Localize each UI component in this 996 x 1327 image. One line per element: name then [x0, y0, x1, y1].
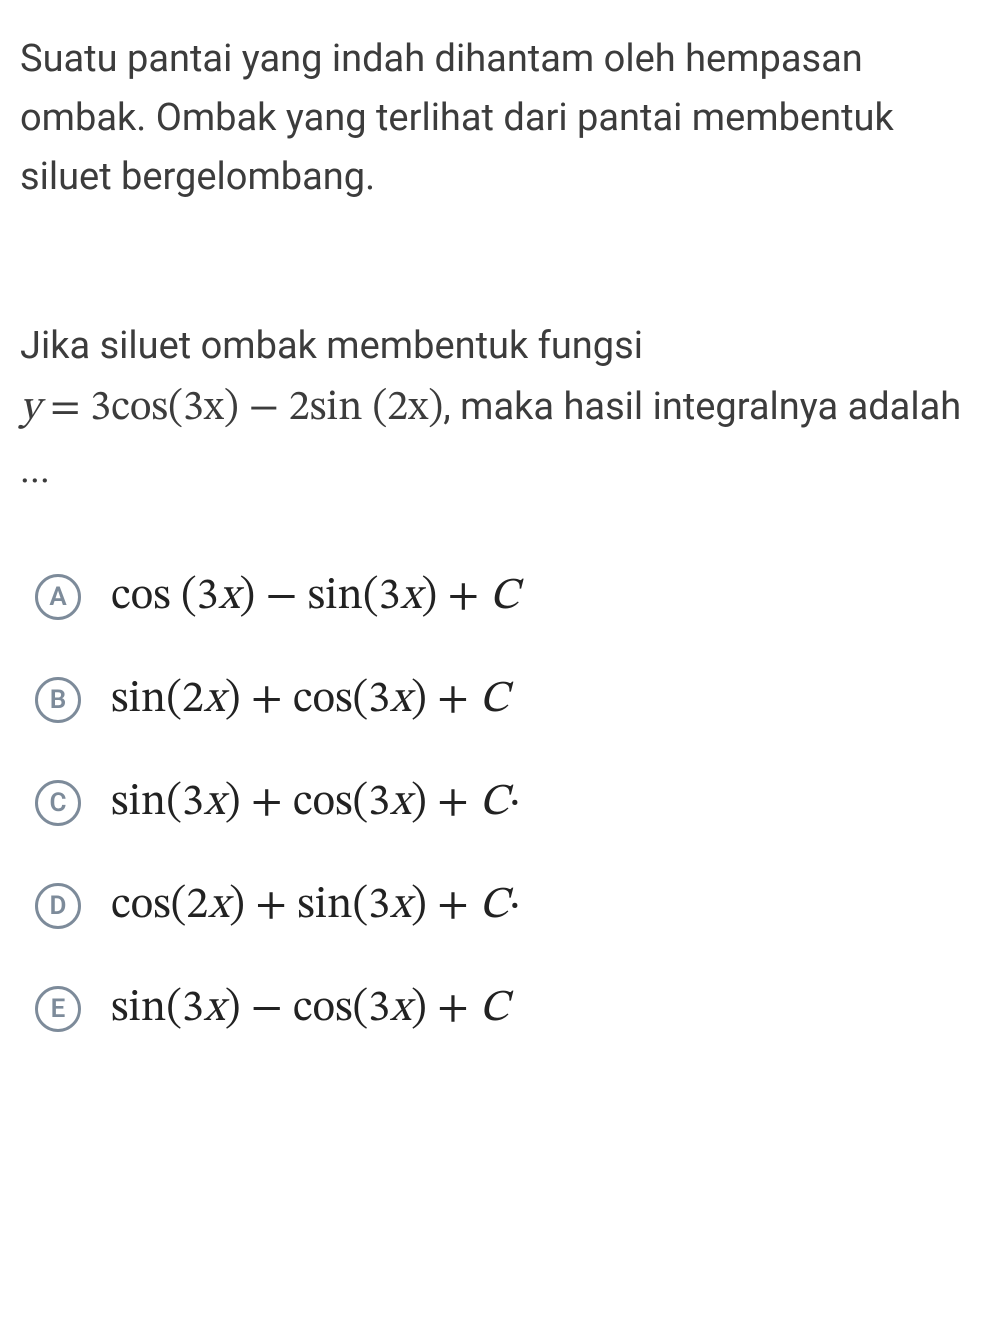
answer-options: A cos (3x) − sin(3x) + C B sin(2x) + cos… — [20, 570, 976, 1037]
option-badge-e: E — [35, 986, 81, 1032]
option-math-c: sin(3x) + cos(3x) + C· — [111, 776, 521, 831]
question-paragraph: Jika siluet ombak membentuk fungsi y = 3… — [20, 317, 976, 500]
option-badge-a: A — [35, 574, 81, 620]
option-a[interactable]: A cos (3x) − sin(3x) + C — [35, 570, 976, 625]
option-b[interactable]: B sin(2x) + cos(3x) + C — [35, 673, 976, 728]
option-d[interactable]: D cos(2x) + sin(3x) + C· — [35, 879, 976, 934]
option-math-e: sin(3x) − cos(3x) + C — [111, 982, 509, 1037]
option-math-a: cos (3x) − sin(3x) + C — [111, 570, 519, 625]
context-paragraph: Suatu pantai yang indah dihantam oleh he… — [20, 30, 976, 207]
option-badge-b: B — [35, 677, 81, 723]
option-badge-c: C — [35, 780, 81, 826]
option-math-d: cos(2x) + sin(3x) + C· — [111, 879, 521, 934]
option-math-b: sin(2x) + cos(3x) + C — [111, 673, 509, 728]
option-badge-d: D — [35, 883, 81, 929]
question-prefix: Jika siluet ombak membentuk fungsi — [20, 324, 643, 368]
option-e[interactable]: E sin(3x) − cos(3x) + C — [35, 982, 976, 1037]
option-c[interactable]: C sin(3x) + cos(3x) + C· — [35, 776, 976, 831]
question-equation: y = 3cos(3x) − 2sin (2x) — [20, 387, 443, 429]
